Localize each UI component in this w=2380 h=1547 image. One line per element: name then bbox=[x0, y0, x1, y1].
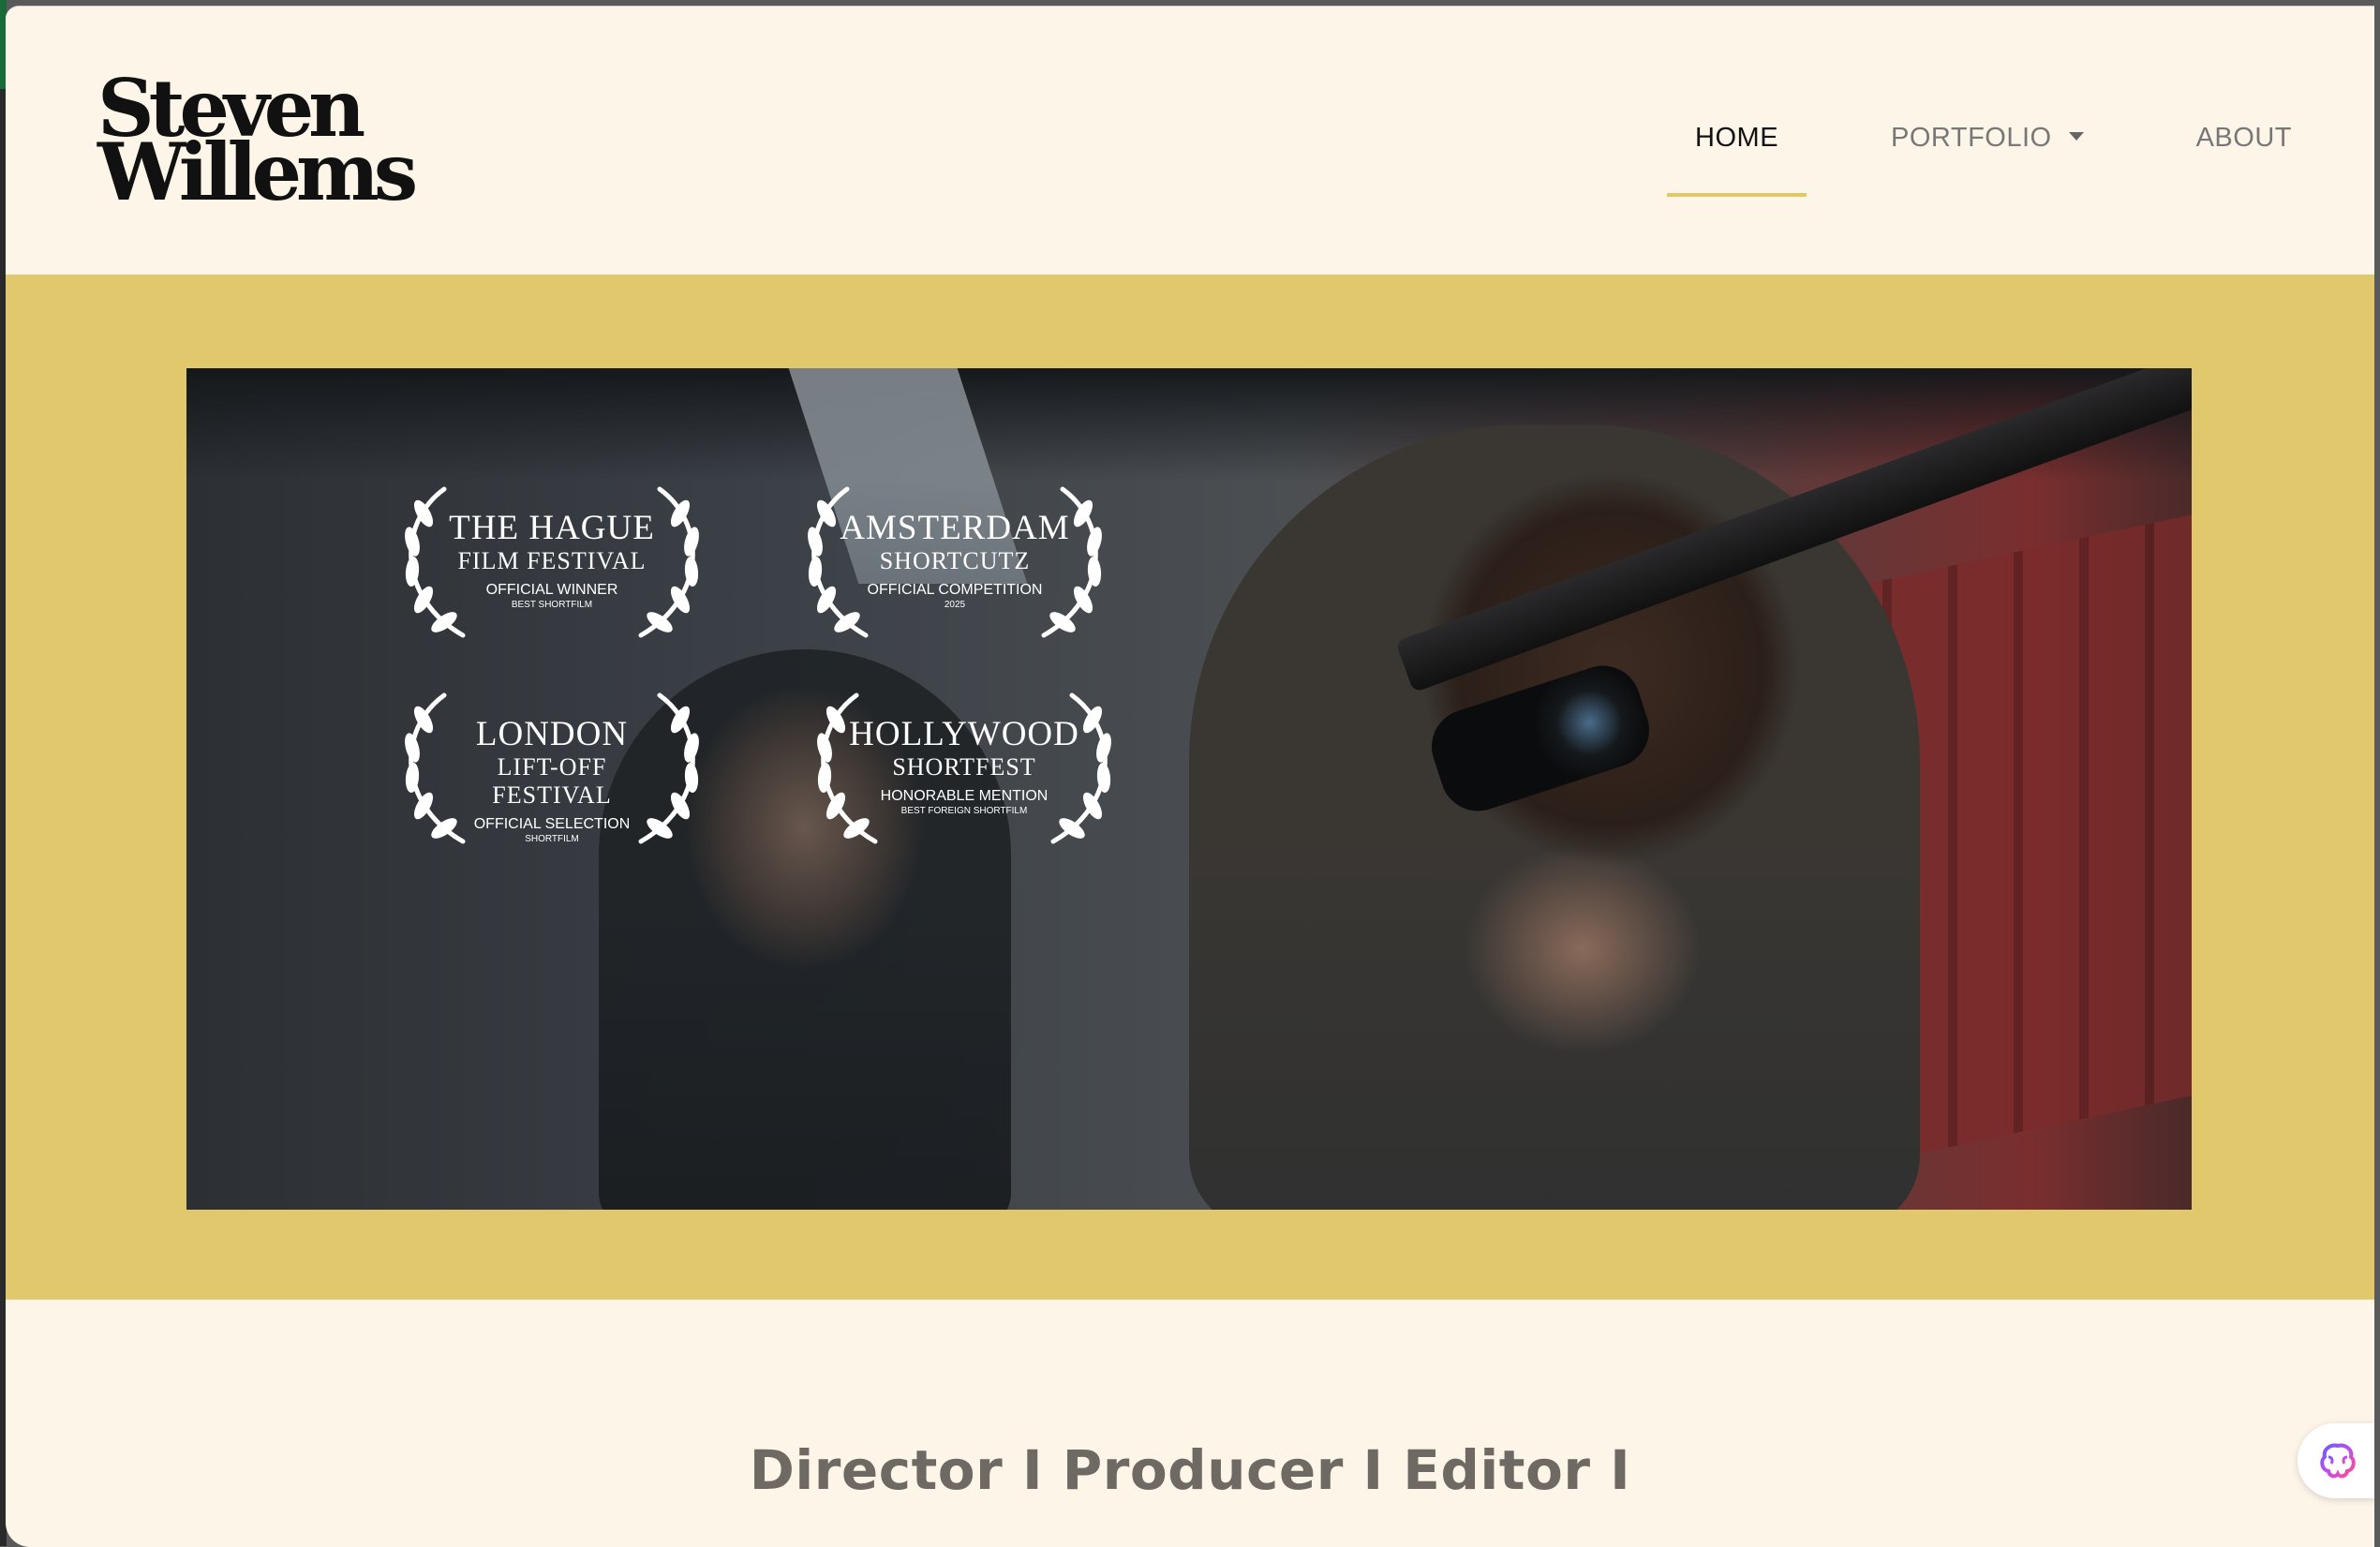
caret-down-icon bbox=[2068, 131, 2084, 141]
nav-item-about-label: ABOUT bbox=[2195, 123, 2292, 153]
logo-line-second: Willems bbox=[97, 126, 418, 218]
nav-item-portfolio[interactable]: PORTFOLIO bbox=[1863, 117, 2112, 159]
laurel-title: HOLLYWOOD bbox=[849, 715, 1079, 753]
laurel-the-hague: THE HAGUE FILM FESTIVAL OFFICIAL WINNER … bbox=[379, 476, 725, 645]
laurel-subtitle: SHORTCUTZ bbox=[879, 547, 1031, 574]
laurel-subtitle: LIFT-OFF FESTIVAL bbox=[492, 753, 612, 809]
laurel-amsterdam: AMSTERDAM SHORTCUTZ OFFICIAL COMPETITION… bbox=[781, 476, 1128, 645]
festival-laurels: THE HAGUE FILM FESTIVAL OFFICIAL WINNER … bbox=[379, 476, 1147, 870]
laurel-title: THE HAGUE bbox=[449, 509, 655, 547]
laurel-small: BEST SHORTFILM bbox=[511, 600, 593, 610]
laurel-title: AMSTERDAM bbox=[840, 509, 1070, 547]
laurel-hollywood: HOLLYWOOD SHORTFEST HONORABLE MENTION BE… bbox=[791, 682, 1138, 851]
nav-item-home-label: HOME bbox=[1695, 123, 1779, 153]
assistant-button[interactable] bbox=[2298, 1423, 2374, 1498]
hero-section: THE HAGUE FILM FESTIVAL OFFICIAL WINNER … bbox=[6, 275, 2374, 1300]
laurel-small: SHORTFILM bbox=[525, 834, 579, 844]
browser-window: Steven Willems HOME PORTFOLIO ABOUT THE … bbox=[6, 6, 2374, 1547]
site-logo[interactable]: Steven Willems bbox=[97, 69, 418, 218]
page-tagline: Director I Producer I Editor I bbox=[749, 1438, 1631, 1503]
nav-item-home[interactable]: HOME bbox=[1667, 117, 1807, 197]
laurel-note: OFFICIAL COMPETITION bbox=[867, 582, 1043, 598]
nav-item-about[interactable]: ABOUT bbox=[2168, 117, 2320, 159]
nav-item-portfolio-label: PORTFOLIO bbox=[1891, 123, 2052, 153]
site-header: Steven Willems HOME PORTFOLIO ABOUT bbox=[6, 7, 2374, 275]
laurel-note: HONORABLE MENTION bbox=[880, 788, 1049, 804]
laurel-subtitle: FILM FESTIVAL bbox=[457, 547, 647, 574]
laurel-london: LONDON LIFT-OFF FESTIVAL OFFICIAL SELECT… bbox=[379, 682, 725, 851]
laurel-subtitle: SHORTFEST bbox=[892, 753, 1036, 781]
laurel-small: BEST FOREIGN SHORTFILM bbox=[900, 806, 1028, 816]
laurel-note: OFFICIAL WINNER bbox=[485, 582, 618, 598]
laurel-note: OFFICIAL SELECTION bbox=[473, 816, 631, 832]
laurel-title: LONDON bbox=[475, 715, 629, 753]
brain-icon bbox=[2320, 1443, 2356, 1479]
laurel-small: 2025 bbox=[944, 600, 966, 610]
hero-film-still: THE HAGUE FILM FESTIVAL OFFICIAL WINNER … bbox=[186, 368, 2192, 1210]
main-nav: HOME PORTFOLIO ABOUT bbox=[1611, 117, 2320, 197]
